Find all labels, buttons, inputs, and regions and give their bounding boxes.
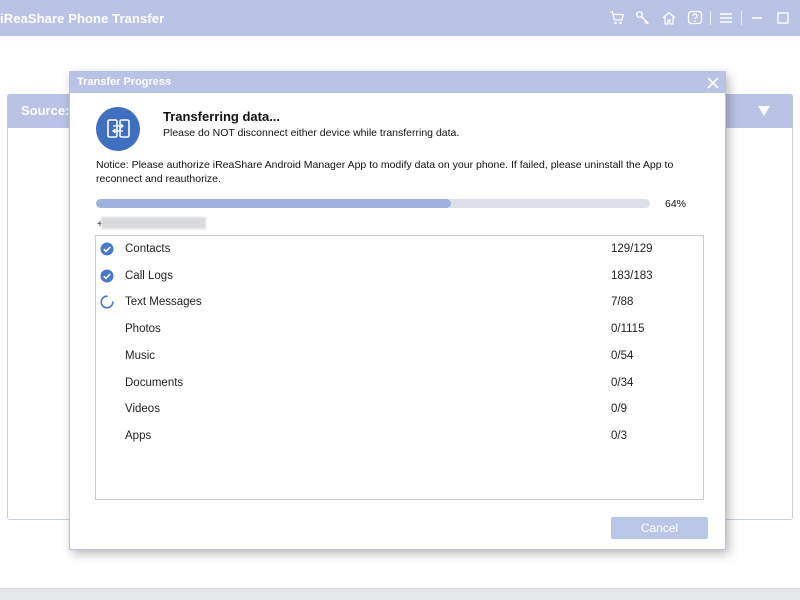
app-title: iReaShare Phone Transfer — [0, 11, 165, 26]
transfer-item-count: 0/3 — [611, 429, 627, 442]
transfer-item-contacts: Contacts 129/129 — [96, 237, 703, 263]
transfer-item-label: Videos — [125, 403, 160, 416]
transfer-item-call-logs: Call Logs 183/183 — [96, 264, 703, 290]
transfer-item-apps: Apps 0/3 — [96, 424, 703, 450]
transfer-progress-dialog: Transfer Progress Transferring data... P… — [69, 71, 726, 550]
minimize-icon[interactable] — [744, 6, 770, 30]
transfer-item-count: 0/54 — [611, 349, 634, 362]
cancel-button[interactable]: Cancel — [611, 517, 708, 539]
current-file-name — [101, 217, 206, 229]
check-circle-icon — [100, 269, 114, 283]
status-subtitle: Please do NOT disconnect either device w… — [163, 127, 460, 139]
transfer-item-label: Call Logs — [125, 269, 173, 282]
transfer-item-count: 0/34 — [611, 376, 634, 389]
transfer-item-count: 7/88 — [611, 296, 634, 309]
status-bar — [0, 588, 800, 600]
transfer-item-label: Apps — [125, 429, 152, 442]
toolbar-divider — [741, 11, 742, 25]
transfer-item-label: Documents — [125, 376, 184, 389]
toolbar-divider — [710, 11, 711, 25]
transfer-item-text-messages: Text Messages 7/88 — [96, 290, 703, 316]
transfer-item-label: Contacts — [125, 243, 171, 255]
transfer-item-photos: Photos 0/1115 — [96, 317, 703, 343]
spinner-icon — [100, 295, 114, 309]
app-titlebar: iReaShare Phone Transfer — [0, 0, 800, 36]
titlebar-toolbar — [604, 6, 796, 30]
dialog-titlebar: Transfer Progress — [70, 72, 725, 93]
transfer-item-label: Music — [125, 349, 156, 362]
transfer-item-music: Music 0/54 — [96, 344, 703, 370]
progress-percent: 64% — [665, 198, 687, 210]
source-label: Source: — [21, 103, 70, 118]
transfer-item-count: 129/129 — [611, 243, 653, 255]
menu-icon[interactable] — [713, 6, 739, 30]
status-title: Transferring data... — [163, 109, 281, 124]
transfer-item-label: Photos — [125, 323, 161, 336]
chevron-down-icon[interactable] — [756, 104, 772, 118]
progress-bar — [96, 199, 650, 208]
help-icon[interactable] — [682, 6, 708, 30]
transfer-item-count: 183/183 — [611, 269, 653, 282]
close-icon[interactable] — [706, 76, 720, 90]
home-icon[interactable] — [656, 6, 682, 30]
transfer-item-label: Text Messages — [125, 296, 202, 309]
cart-icon[interactable] — [604, 6, 630, 30]
transfer-item-documents: Documents 0/34 — [96, 371, 703, 397]
check-circle-icon — [100, 242, 114, 256]
transfer-item-count: 0/9 — [611, 403, 627, 416]
key-icon[interactable] — [630, 6, 656, 30]
progress-fill — [96, 199, 451, 208]
notice-text: Notice: Please authorize iReaShare Andro… — [96, 159, 674, 185]
transfer-item-videos: Videos 0/9 — [96, 397, 703, 423]
maximize-icon[interactable] — [770, 6, 796, 30]
dialog-title: Transfer Progress — [77, 76, 172, 88]
phone-transfer-icon — [96, 107, 140, 151]
transfer-item-count: 0/1115 — [611, 323, 645, 336]
transfer-item-list[interactable]: Contacts 129/129 Call Logs 183/183 Text Mess… — [95, 235, 704, 500]
